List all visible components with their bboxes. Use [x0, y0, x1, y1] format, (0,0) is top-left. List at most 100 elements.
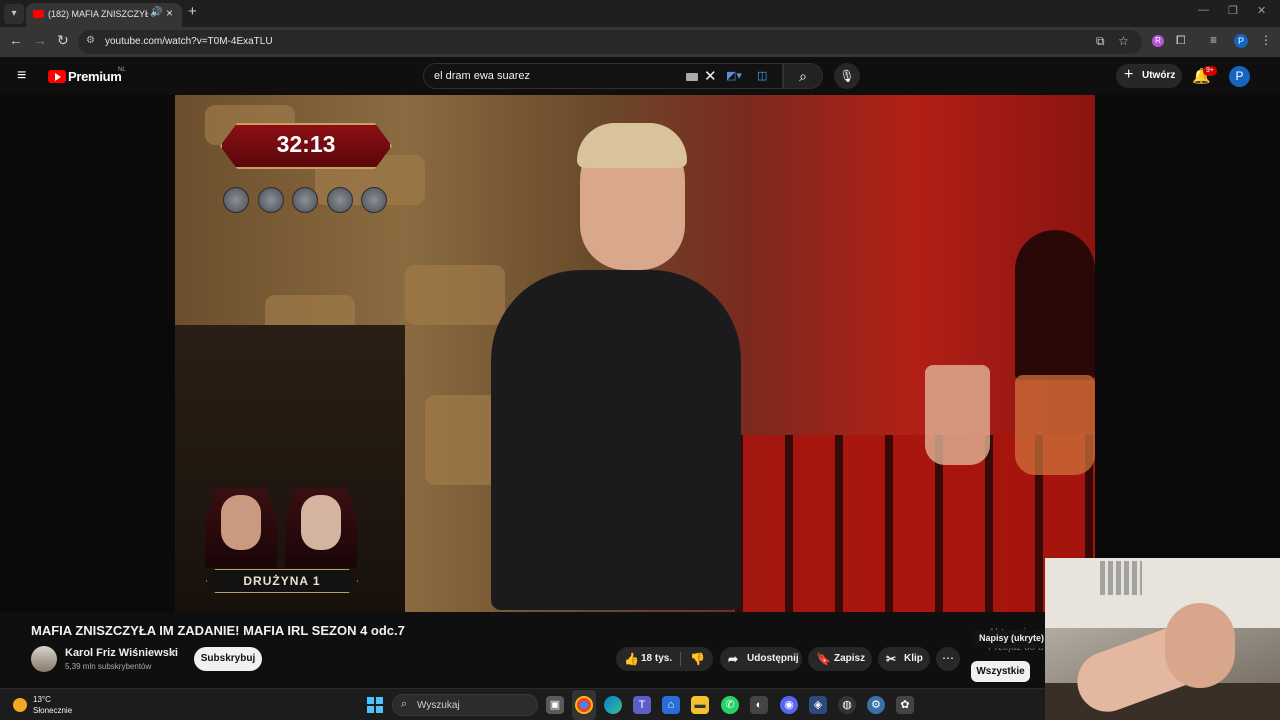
tab-search-menu-icon[interactable]: ▾: [4, 4, 24, 24]
search-button[interactable]: ⌕: [783, 63, 823, 89]
share-label: Udostępnij: [747, 653, 799, 664]
verified-check-icon: ✔: [169, 648, 177, 658]
bookmark-icon: 🔖: [816, 652, 831, 666]
browser-tab-active[interactable]: (182) MAFIA ZNISZCZYŁA I 🔊 ×: [26, 3, 182, 27]
create-button[interactable]: + Utwórz: [1116, 64, 1182, 88]
notifications-badge: 9+: [1203, 66, 1217, 76]
teams-icon[interactable]: T: [633, 696, 651, 714]
taskbar-search-placeholder: Wyszukaj: [417, 700, 460, 711]
settings-gear-icon[interactable]: ⚙: [867, 696, 885, 714]
brand-name[interactable]: Premium: [68, 69, 122, 84]
browser-tabbar: ▾ (182) MAFIA ZNISZCZYŁA I 🔊 × + — ❐ ✕: [0, 0, 1280, 27]
team-member-portrait: [301, 495, 341, 550]
filter-chip-all[interactable]: Wszystkie: [971, 661, 1030, 682]
media-control-icon[interactable]: ≡: [1210, 33, 1217, 47]
extension-r-icon[interactable]: R: [1152, 35, 1164, 47]
minimize-icon[interactable]: —: [1198, 4, 1209, 16]
forward-arrow-icon[interactable]: →: [33, 32, 47, 48]
clear-search-icon[interactable]: ✕: [704, 67, 717, 85]
store-icon[interactable]: ⌂: [662, 696, 680, 714]
app-icon[interactable]: ◈: [809, 696, 827, 714]
close-tab-icon[interactable]: ×: [166, 6, 173, 20]
microphone-icon[interactable]: 🎙: [834, 63, 860, 89]
browser-profile-avatar[interactable]: P: [1234, 34, 1248, 48]
address-bar[interactable]: ⚙ youtube.com/watch?v=T0M-4ExaTLU ⧉ ☆: [78, 30, 1142, 54]
browser-menu-icon[interactable]: ⋮: [1260, 33, 1272, 47]
video-title: MAFIA ZNISZCZYŁA IM ZADANIE! MAFIA IRL S…: [31, 623, 405, 638]
keyboard-icon[interactable]: [686, 73, 698, 81]
translate-extension-icon[interactable]: ◩▾: [726, 69, 742, 82]
more-actions-icon[interactable]: ⋯: [936, 647, 960, 671]
file-explorer-icon[interactable]: ▬: [691, 696, 709, 714]
scissors-icon: ✂: [886, 652, 897, 666]
coin-icon: [223, 187, 249, 213]
subscribe-button[interactable]: Subskrybuj: [194, 647, 262, 671]
app-icon[interactable]: ◐: [750, 696, 768, 714]
browser-toolbar: ← → ↻ ⚙ youtube.com/watch?v=T0M-4ExaTLU …: [0, 27, 1280, 57]
discord-icon[interactable]: ◉: [780, 696, 798, 714]
chat-extension-icon[interactable]: ◫: [757, 69, 767, 82]
share-button[interactable]: ➦ Udostępnij: [720, 647, 802, 671]
search-input[interactable]: el dram ewa suarez ✕ ◩▾ ◫: [423, 63, 783, 89]
restore-icon[interactable]: ❐: [1228, 4, 1238, 17]
coin-icon: [361, 187, 387, 213]
weather-description[interactable]: Słonecznie: [33, 706, 72, 715]
subtitles-tooltip: Napisy (ukryte): [972, 630, 1052, 648]
save-label: Zapisz: [834, 653, 866, 664]
hamburger-menu-icon[interactable]: ≡: [17, 68, 26, 84]
edge-icon[interactable]: [604, 696, 622, 714]
close-window-icon[interactable]: ✕: [1257, 4, 1266, 17]
back-arrow-icon[interactable]: ←: [9, 32, 23, 48]
install-app-icon[interactable]: ⧉: [1096, 34, 1105, 49]
dislike-thumb-icon[interactable]: 👎: [690, 652, 705, 666]
search-icon: ⌕: [401, 698, 408, 710]
coin-icon: [258, 187, 284, 213]
taskbar-search[interactable]: ⌕ Wyszukaj: [392, 694, 538, 716]
like-count[interactable]: 18 tys.: [641, 653, 672, 664]
account-avatar[interactable]: P: [1229, 66, 1250, 87]
extensions-puzzle-icon[interactable]: ⧠: [1176, 33, 1186, 48]
youtube-header: ≡ Premium NL el dram ewa suarez ✕ ◩▾ ◫ ⌕…: [0, 57, 1280, 95]
weather-temperature[interactable]: 13°C: [33, 695, 51, 704]
team-label: DRUŻYNA 1: [243, 574, 321, 588]
team-member-portrait: [221, 495, 261, 550]
chrome-icon[interactable]: [575, 696, 593, 714]
clip-button[interactable]: ✂ Klip: [878, 647, 930, 671]
weather-sun-icon[interactable]: [13, 698, 27, 712]
search-query[interactable]: el dram ewa suarez: [434, 70, 530, 82]
obs-icon[interactable]: ◍: [838, 696, 856, 714]
site-info-icon[interactable]: ⚙: [86, 35, 95, 46]
reload-icon[interactable]: ↻: [57, 32, 69, 49]
save-button[interactable]: 🔖 Zapisz: [808, 647, 872, 671]
video-player[interactable]: 32:13 DRUŻYNA 1: [175, 95, 1095, 612]
youtube-favicon-icon: [33, 10, 44, 18]
whatsapp-icon[interactable]: ✆: [721, 696, 739, 714]
app-icon[interactable]: ✿: [896, 696, 914, 714]
channel-avatar[interactable]: [31, 646, 57, 672]
play-icon: [55, 73, 61, 81]
person-body: [491, 270, 741, 610]
share-arrow-icon: ➦: [728, 652, 739, 666]
new-tab-icon[interactable]: +: [188, 3, 197, 20]
subscriber-count: 5,39 mln subskrybentów: [65, 662, 152, 671]
hooded-figure: [1015, 230, 1095, 380]
person-hair: [577, 123, 687, 168]
stone-wall: [405, 265, 505, 325]
windows-start-icon[interactable]: [367, 697, 383, 713]
bookmark-star-icon[interactable]: ☆: [1118, 34, 1129, 48]
url-text[interactable]: youtube.com/watch?v=T0M-4ExaTLU: [105, 36, 273, 47]
channel-name[interactable]: Karol Friz Wiśniewski: [65, 647, 178, 659]
create-label: Utwórz: [1142, 70, 1176, 81]
clip-label: Klip: [904, 653, 923, 664]
like-thumb-icon[interactable]: 👍: [624, 652, 639, 666]
timer-text: 32:13: [276, 131, 336, 157]
webcam-overlay: [1045, 558, 1280, 720]
plus-icon: +: [1124, 66, 1134, 83]
jug: [925, 365, 990, 465]
like-divider: [680, 652, 681, 666]
webcam-wall: [1045, 558, 1280, 628]
task-view-icon[interactable]: ▣: [546, 696, 564, 714]
windows-taskbar: 13°C Słonecznie ⌕ Wyszukaj ▣ T ⌂ ▬ ✆ ◐ ◉…: [0, 688, 1045, 720]
speaker-icon[interactable]: 🔊: [150, 7, 162, 18]
coin-icon: [327, 187, 353, 213]
